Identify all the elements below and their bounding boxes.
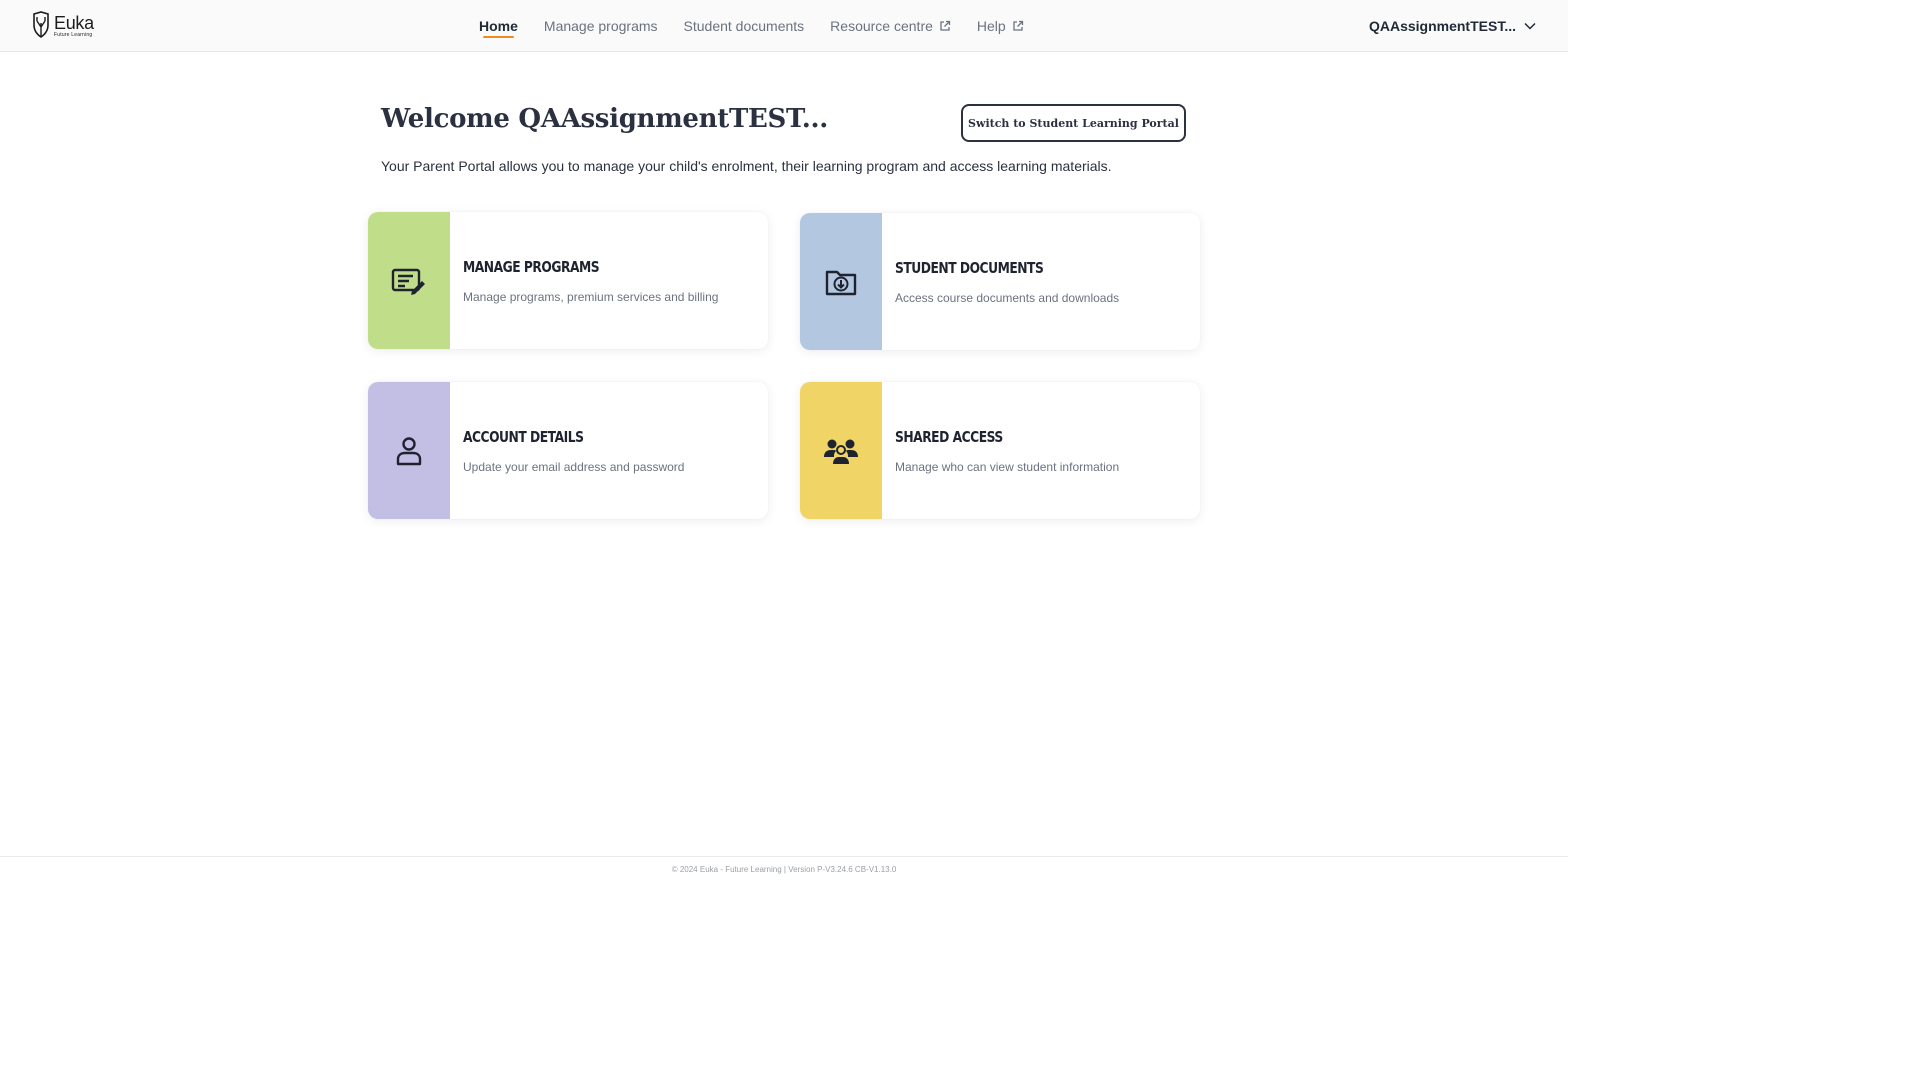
card-swatch [368, 212, 450, 349]
nav-manage-programs-label: Manage programs [543, 18, 658, 34]
nav-manage-programs[interactable]: Manage programs [531, 0, 671, 52]
card-title: MANAGE PROGRAMS [463, 257, 600, 276]
account-details-card[interactable]: ACCOUNT DETAILS Update your email addres… [368, 382, 768, 519]
card-title: SHARED ACCESS [895, 427, 1003, 446]
footer: © 2024 Euka - Future Learning | Version … [0, 856, 1568, 882]
nav-student-documents[interactable]: Student documents [671, 0, 818, 52]
card-title: ACCOUNT DETAILS [463, 427, 584, 446]
student-documents-card[interactable]: STUDENT DOCUMENTS Access course document… [800, 213, 1200, 350]
nav-resource-centre-label: Resource centre [830, 18, 933, 34]
logo-name: Euka [54, 13, 94, 33]
top-navbar: Euka Future Learning Home Manage program… [0, 0, 1568, 52]
manage-programs-card[interactable]: MANAGE PROGRAMS Manage programs, premium… [368, 212, 768, 349]
card-title: STUDENT DOCUMENTS [895, 258, 1044, 277]
page-title: Welcome QAAssignmentTEST... [381, 104, 828, 134]
nav-home[interactable]: Home [466, 0, 531, 52]
switch-portal-button[interactable]: Switch to Student Learning Portal [961, 104, 1186, 142]
logo-tagline: Future Learning [54, 32, 93, 38]
euka-logo[interactable]: Euka Future Learning [31, 11, 94, 41]
card-description: Manage who can view student information [895, 459, 1120, 474]
folder-download-icon [825, 270, 857, 295]
intro-text: Your Parent Portal allows you to manage … [381, 158, 1112, 174]
card-swatch [800, 213, 882, 350]
group-icon [824, 439, 858, 464]
card-description: Access course documents and downloads [895, 290, 1120, 305]
shield-leaf-icon [33, 11, 49, 38]
chevron-down-icon [1524, 22, 1536, 30]
nav-student-documents-label: Student documents [683, 18, 805, 34]
nav-resource-centre[interactable]: Resource centre [817, 0, 964, 52]
main-nav: Home Manage programs Student documents R… [466, 0, 1037, 52]
user-menu-label: QAAssignmentTEST... [1368, 18, 1516, 34]
shared-access-card[interactable]: SHARED ACCESS Manage who can view studen… [800, 382, 1200, 519]
card-description: Manage programs, premium services and bi… [463, 289, 719, 304]
external-link-icon [1013, 20, 1023, 31]
user-menu[interactable]: QAAssignmentTEST... [1369, 0, 1536, 52]
footer-text: © 2024 Euka - Future Learning | Version … [671, 865, 897, 874]
user-icon [396, 436, 422, 465]
nav-home-label: Home [479, 18, 518, 34]
external-link-icon [940, 20, 951, 31]
card-swatch [368, 382, 450, 519]
main-content: Welcome QAAssignmentTEST... Switch to St… [0, 52, 1568, 856]
card-swatch [800, 382, 882, 519]
edit-document-icon [391, 268, 425, 295]
card-description: Update your email address and password [463, 459, 685, 474]
nav-help[interactable]: Help [964, 0, 1037, 52]
nav-help-label: Help [976, 18, 1006, 34]
